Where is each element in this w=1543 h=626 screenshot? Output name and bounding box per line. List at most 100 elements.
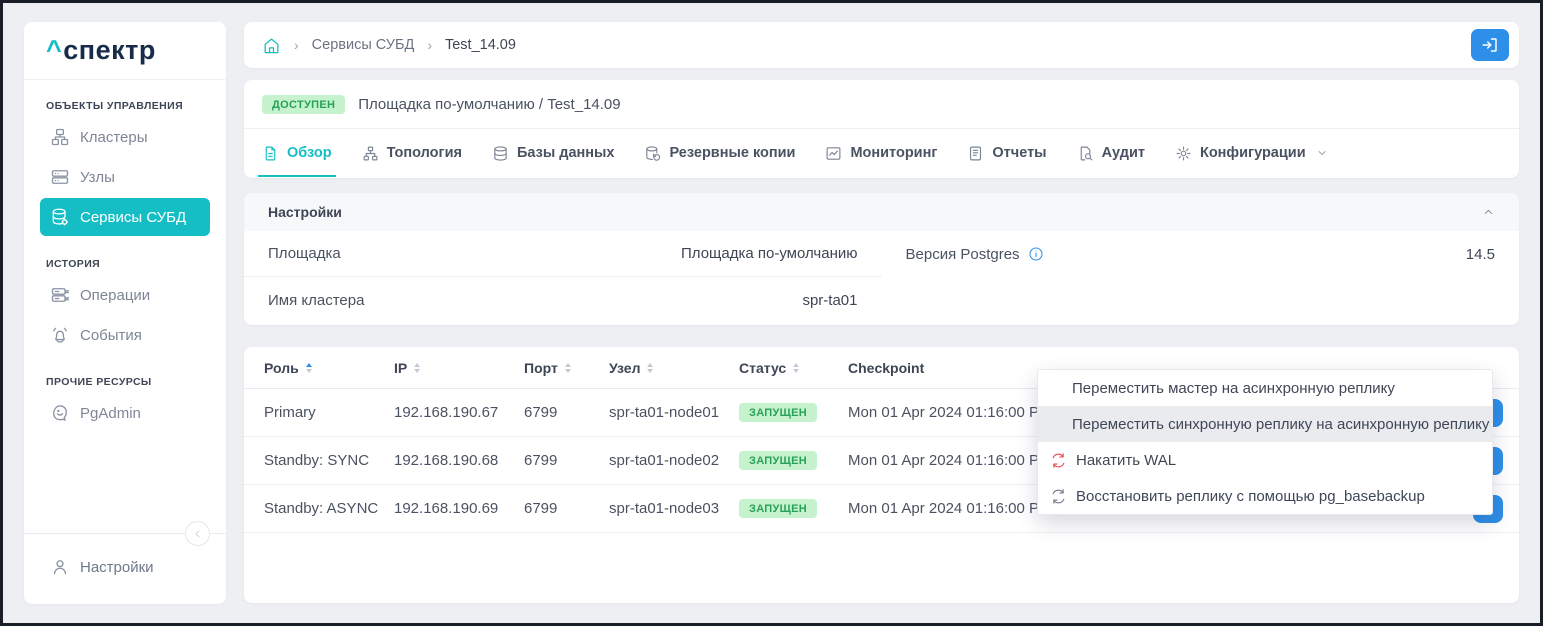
column-header-node[interactable]: Узел xyxy=(609,360,739,376)
status-badge: ЗАПУЩЕН xyxy=(739,403,818,422)
breadcrumb-separator: › xyxy=(294,37,299,53)
sort-icon xyxy=(647,362,654,373)
column-header-port[interactable]: Порт xyxy=(524,360,609,376)
cell-role: Primary xyxy=(264,404,316,421)
chevron-up-icon[interactable] xyxy=(1482,206,1495,219)
page-background: ^ спектр ОБЪЕКТЫ УПРАВЛЕНИЯ Кластеры Узлы… xyxy=(3,3,1540,623)
column-header-role[interactable]: Роль xyxy=(264,360,394,376)
sidebar-collapse-button[interactable] xyxy=(185,521,210,546)
sidebar-section-label: ПРОЧИЕ РЕСУРСЫ xyxy=(46,376,152,388)
sidebar-item-clusters[interactable]: Кластеры xyxy=(40,118,210,156)
sidebar-item-events[interactable]: События xyxy=(40,316,210,354)
menu-item-move-sync-replica[interactable]: Переместить синхронную реплику на асинхр… xyxy=(1038,406,1492,442)
tab-reports[interactable]: Отчеты xyxy=(967,129,1047,177)
sidebar-section-label: ОБЪЕКТЫ УПРАВЛЕНИЯ xyxy=(46,100,184,112)
cell-port: 6799 xyxy=(524,404,558,421)
app-frame: ^ спектр ОБЪЕКТЫ УПРАВЛЕНИЯ Кластеры Узлы… xyxy=(0,0,1543,626)
cluster-header-card: ДОСТУПЕН Площадка по-умолчанию / Test_14… xyxy=(244,80,1519,178)
cell-role: Standby: ASYNC xyxy=(264,500,379,517)
cell-port: 6799 xyxy=(524,452,558,469)
cell-ip: 192.168.190.68 xyxy=(394,452,499,469)
settings-field-cluster-name: Имя кластера spr-ta01 xyxy=(244,277,882,323)
cluster-name-label: Имя кластера xyxy=(268,291,365,309)
cell-status: ЗАПУЩЕН xyxy=(739,403,848,422)
column-header-ip[interactable]: IP xyxy=(394,360,524,376)
version-label-text: Версия Postgres xyxy=(905,245,1020,263)
home-icon[interactable] xyxy=(262,36,281,55)
tab-topology[interactable]: Топология xyxy=(362,129,462,177)
logout-button[interactable] xyxy=(1471,29,1509,61)
status-badge: ЗАПУЩЕН xyxy=(739,451,818,470)
settings-panel: Настройки Площадка Площадка по-умолчанию… xyxy=(244,193,1519,325)
sidebar-item-label: Кластеры xyxy=(80,128,148,146)
sort-icon xyxy=(305,362,312,373)
user-icon xyxy=(53,560,67,575)
tab-audit[interactable]: Аудит xyxy=(1077,129,1145,177)
pgadmin-icon xyxy=(53,405,67,421)
cell-status: ЗАПУЩЕН xyxy=(739,451,848,470)
menu-item-restore-basebackup[interactable]: Восстановить реплику с помощью pg_baseba… xyxy=(1038,478,1492,514)
status-badge: ЗАПУЩЕН xyxy=(739,499,818,518)
database-icon xyxy=(494,145,507,161)
sidebar: ^ спектр ОБЪЕКТЫ УПРАВЛЕНИЯ Кластеры Узлы… xyxy=(24,22,226,604)
audit-icon xyxy=(1080,146,1093,160)
sidebar-section-history: ИСТОРИЯ Операции События xyxy=(24,258,226,356)
sidebar-item-label: Сервисы СУБД xyxy=(80,208,187,226)
sidebar-item-pgadmin[interactable]: PgAdmin xyxy=(40,394,210,432)
logout-icon xyxy=(1482,38,1497,52)
sidebar-section-resources: ПРОЧИЕ РЕСУРСЫ PgAdmin xyxy=(24,376,226,434)
tab-label: Аудит xyxy=(1101,145,1145,161)
db-services-icon xyxy=(52,208,69,226)
events-icon xyxy=(53,327,67,343)
chevron-left-icon xyxy=(195,530,199,537)
breadcrumb-item-current: Test_14.09 xyxy=(444,37,516,53)
breadcrumb-item-services[interactable]: Сервисы СУБД xyxy=(312,37,415,53)
topology-icon xyxy=(363,146,378,160)
sidebar-footer: Настройки xyxy=(24,521,226,604)
sidebar-item-label: Операции xyxy=(80,286,151,304)
tab-label: Отчеты xyxy=(992,145,1047,161)
sidebar-item-nodes[interactable]: Узлы xyxy=(40,158,210,196)
sort-icon xyxy=(564,362,571,373)
sidebar-item-db-services[interactable]: Сервисы СУБД xyxy=(40,198,210,236)
gear-icon xyxy=(1176,146,1191,160)
settings-panel-header[interactable]: Настройки xyxy=(244,193,1519,231)
settings-left-column: Площадка Площадка по-умолчанию Имя класт… xyxy=(244,231,882,323)
cluster-title: Площадка по-умолчанию / Test_14.09 xyxy=(358,95,621,113)
sidebar-item-label: События xyxy=(80,326,142,344)
cluster-name-value: spr-ta01 xyxy=(802,291,858,309)
info-icon[interactable] xyxy=(1028,246,1044,262)
menu-item-move-master[interactable]: Переместить мастер на асинхронную реплик… xyxy=(1038,370,1492,406)
refresh-icon xyxy=(1052,452,1065,468)
cell-ip: 192.168.190.67 xyxy=(394,404,499,421)
menu-item-apply-wal[interactable]: Накатить WAL xyxy=(1038,442,1492,478)
chevron-down-icon xyxy=(1318,151,1326,155)
sidebar-item-settings[interactable]: Настройки xyxy=(40,548,210,586)
sidebar-section-label: ИСТОРИЯ xyxy=(46,258,101,270)
tab-configurations[interactable]: Конфигурации xyxy=(1175,129,1328,177)
cell-ip: 192.168.190.69 xyxy=(394,500,499,517)
sidebar-item-operations[interactable]: Операции xyxy=(40,276,210,314)
logo-caret-mark: ^ xyxy=(46,35,63,65)
tab-overview[interactable]: Обзор xyxy=(258,129,336,177)
settings-fields: Площадка Площадка по-умолчанию Имя класт… xyxy=(244,231,1519,323)
site-value: Площадка по-умолчанию xyxy=(681,245,858,262)
sidebar-item-label: PgAdmin xyxy=(80,404,141,422)
settings-field-site: Площадка Площадка по-умолчанию xyxy=(244,231,882,277)
column-header-status[interactable]: Статус xyxy=(739,360,848,376)
tab-monitoring[interactable]: Мониторинг xyxy=(825,129,937,177)
menu-item-label: Восстановить реплику с помощью pg_baseba… xyxy=(1076,487,1425,505)
settings-right-column: Версия Postgres 14.5 xyxy=(882,231,1520,323)
version-label: Версия Postgres xyxy=(906,246,1044,263)
cell-node: spr-ta01-node02 xyxy=(609,452,720,469)
cell-role: Standby: SYNC xyxy=(264,452,370,469)
status-badge: ДОСТУПЕН xyxy=(262,94,346,114)
sort-icon xyxy=(793,362,800,373)
tab-label: Мониторинг xyxy=(850,145,938,161)
tab-backups[interactable]: Резервные копии xyxy=(644,129,795,177)
app-logo: ^ спектр xyxy=(24,22,226,80)
breadcrumb-separator: › xyxy=(427,37,432,53)
tab-databases[interactable]: Базы данных xyxy=(492,129,614,177)
breadcrumb: › Сервисы СУБД › Test_14.09 xyxy=(244,22,1519,68)
cell-status: ЗАПУЩЕН xyxy=(739,499,848,518)
